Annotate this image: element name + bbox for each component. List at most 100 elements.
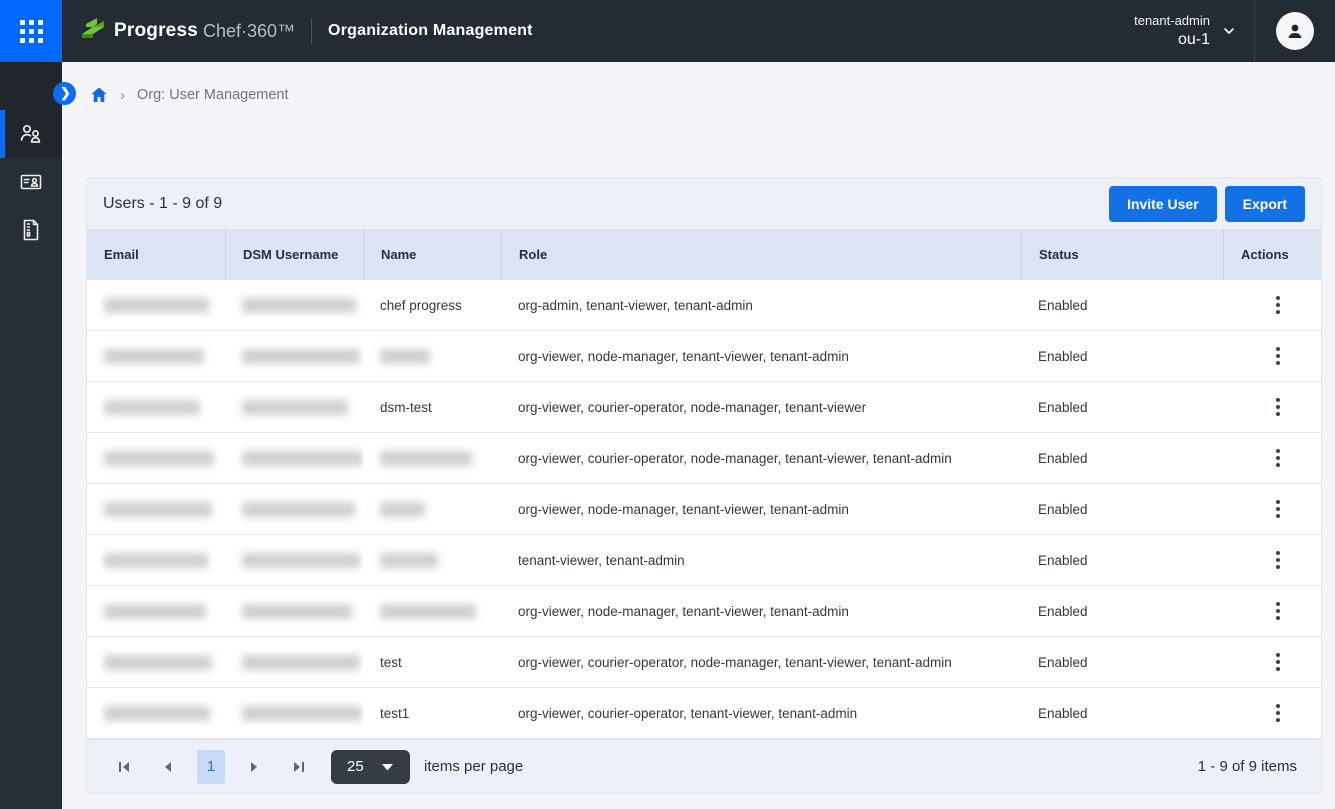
cell-email xyxy=(87,484,225,534)
app-launcher-button[interactable] xyxy=(0,0,62,62)
last-page-button[interactable] xyxy=(281,750,315,784)
invite-user-button[interactable]: Invite User xyxy=(1109,186,1217,222)
breadcrumb-chevron-icon: › xyxy=(120,87,125,104)
cell-email xyxy=(87,382,225,432)
cell-status: Enabled xyxy=(1021,280,1223,330)
cell-dsm-username xyxy=(225,280,363,330)
redacted-dsm-username xyxy=(242,451,363,466)
cell-role: org-viewer, courier-operator, node-manag… xyxy=(501,382,1021,432)
next-page-button[interactable] xyxy=(237,750,271,784)
cell-role: org-viewer, courier-operator, tenant-vie… xyxy=(501,688,1021,738)
status-text: Enabled xyxy=(1038,706,1088,721)
cell-status: Enabled xyxy=(1021,535,1223,585)
chevron-down-icon xyxy=(1222,24,1236,38)
status-text: Enabled xyxy=(1038,553,1088,568)
role-text: org-viewer, node-manager, tenant-viewer,… xyxy=(518,502,849,517)
cell-status: Enabled xyxy=(1021,688,1223,738)
redacted-name xyxy=(380,349,430,364)
row-actions-kebab-icon[interactable] xyxy=(1268,596,1288,626)
row-actions-kebab-icon[interactable] xyxy=(1268,290,1288,320)
redacted-email xyxy=(104,502,212,517)
cell-actions xyxy=(1223,484,1321,534)
cell-actions xyxy=(1223,586,1321,636)
name-text: chef progress xyxy=(380,298,462,313)
cell-email xyxy=(87,280,225,330)
header-divider xyxy=(311,18,312,44)
cell-actions xyxy=(1223,637,1321,687)
redacted-email xyxy=(104,604,206,619)
cell-name: dsm-test xyxy=(363,382,501,432)
cell-name xyxy=(363,535,501,585)
cell-dsm-username xyxy=(225,535,363,585)
redacted-email xyxy=(104,553,208,568)
row-actions-kebab-icon[interactable] xyxy=(1268,392,1288,422)
app-title: Organization Management xyxy=(328,22,533,40)
cell-email xyxy=(87,331,225,381)
cell-email xyxy=(87,688,225,738)
cell-dsm-username xyxy=(225,586,363,636)
redacted-dsm-username xyxy=(242,604,352,619)
cell-actions xyxy=(1223,535,1321,585)
cell-status: Enabled xyxy=(1021,586,1223,636)
table-row: org-viewer, node-manager, tenant-viewer,… xyxy=(87,586,1321,637)
cell-dsm-username xyxy=(225,331,363,381)
column-header-dsm-username[interactable]: DSM Username xyxy=(225,229,363,280)
row-actions-kebab-icon[interactable] xyxy=(1268,341,1288,371)
breadcrumb: › Org: User Management xyxy=(62,62,1335,104)
table-row: org-viewer, node-manager, tenant-viewer,… xyxy=(87,484,1321,535)
role-text: org-viewer, node-manager, tenant-viewer,… xyxy=(518,349,849,364)
row-actions-kebab-icon[interactable] xyxy=(1268,698,1288,728)
page-size-value: 25 xyxy=(347,758,364,775)
cell-status: Enabled xyxy=(1021,637,1223,687)
row-actions-kebab-icon[interactable] xyxy=(1268,494,1288,524)
page-size-dropdown[interactable]: 25 xyxy=(331,750,410,784)
cell-name: chef progress xyxy=(363,280,501,330)
cell-role: org-viewer, courier-operator, node-manag… xyxy=(501,637,1021,687)
column-header-actions: Actions xyxy=(1223,229,1321,280)
redacted-dsm-username xyxy=(242,349,360,364)
users-icon xyxy=(18,121,44,147)
role-text: tenant-viewer, tenant-admin xyxy=(518,553,685,568)
table-row: dsm-test org-viewer, courier-operator, n… xyxy=(87,382,1321,433)
column-header-role[interactable]: Role xyxy=(501,229,1021,280)
cell-status: Enabled xyxy=(1021,484,1223,534)
status-text: Enabled xyxy=(1038,655,1088,670)
pagination-bar: 1 25 items per page 1 - 9 of 9 items xyxy=(87,739,1321,793)
cell-name xyxy=(363,484,501,534)
sidebar-item-users[interactable] xyxy=(0,110,62,158)
brand-logo: Progress Chef·360™ xyxy=(80,18,295,44)
cell-name xyxy=(363,433,501,483)
redacted-dsm-username xyxy=(242,655,360,670)
column-header-email[interactable]: Email xyxy=(87,229,225,280)
tenant-context-dropdown[interactable]: tenant-admin ou-1 xyxy=(1134,12,1236,50)
cell-name xyxy=(363,331,501,381)
user-avatar-button[interactable] xyxy=(1276,12,1314,50)
id-card-icon xyxy=(18,169,44,195)
previous-page-button[interactable] xyxy=(151,750,185,784)
page-number-button[interactable]: 1 xyxy=(197,750,225,784)
sidebar-item-documents[interactable] xyxy=(0,206,62,254)
redacted-dsm-username xyxy=(242,502,355,517)
export-button[interactable]: Export xyxy=(1225,186,1305,222)
row-actions-kebab-icon[interactable] xyxy=(1268,443,1288,473)
cell-name: test xyxy=(363,637,501,687)
org-unit-label: ou-1 xyxy=(1178,29,1210,50)
cell-dsm-username xyxy=(225,484,363,534)
row-actions-kebab-icon[interactable] xyxy=(1268,647,1288,677)
person-icon xyxy=(1285,21,1305,41)
main-content: › Org: User Management Users - 1 - 9 of … xyxy=(62,62,1335,809)
first-page-button[interactable] xyxy=(107,750,141,784)
redacted-dsm-username xyxy=(242,400,348,415)
row-actions-kebab-icon[interactable] xyxy=(1268,545,1288,575)
sidebar-expand-button[interactable]: ❯ xyxy=(53,82,76,105)
redacted-email xyxy=(104,298,209,313)
column-header-name[interactable]: Name xyxy=(363,229,501,280)
cell-name: test1 xyxy=(363,688,501,738)
redacted-name xyxy=(380,553,438,568)
column-header-status[interactable]: Status xyxy=(1021,229,1223,280)
sidebar-item-roles[interactable] xyxy=(0,158,62,206)
table-header-row: Email DSM Username Name Role Status Acti… xyxy=(87,229,1321,280)
cell-actions xyxy=(1223,433,1321,483)
redacted-email xyxy=(104,451,214,466)
home-icon[interactable] xyxy=(90,86,108,104)
